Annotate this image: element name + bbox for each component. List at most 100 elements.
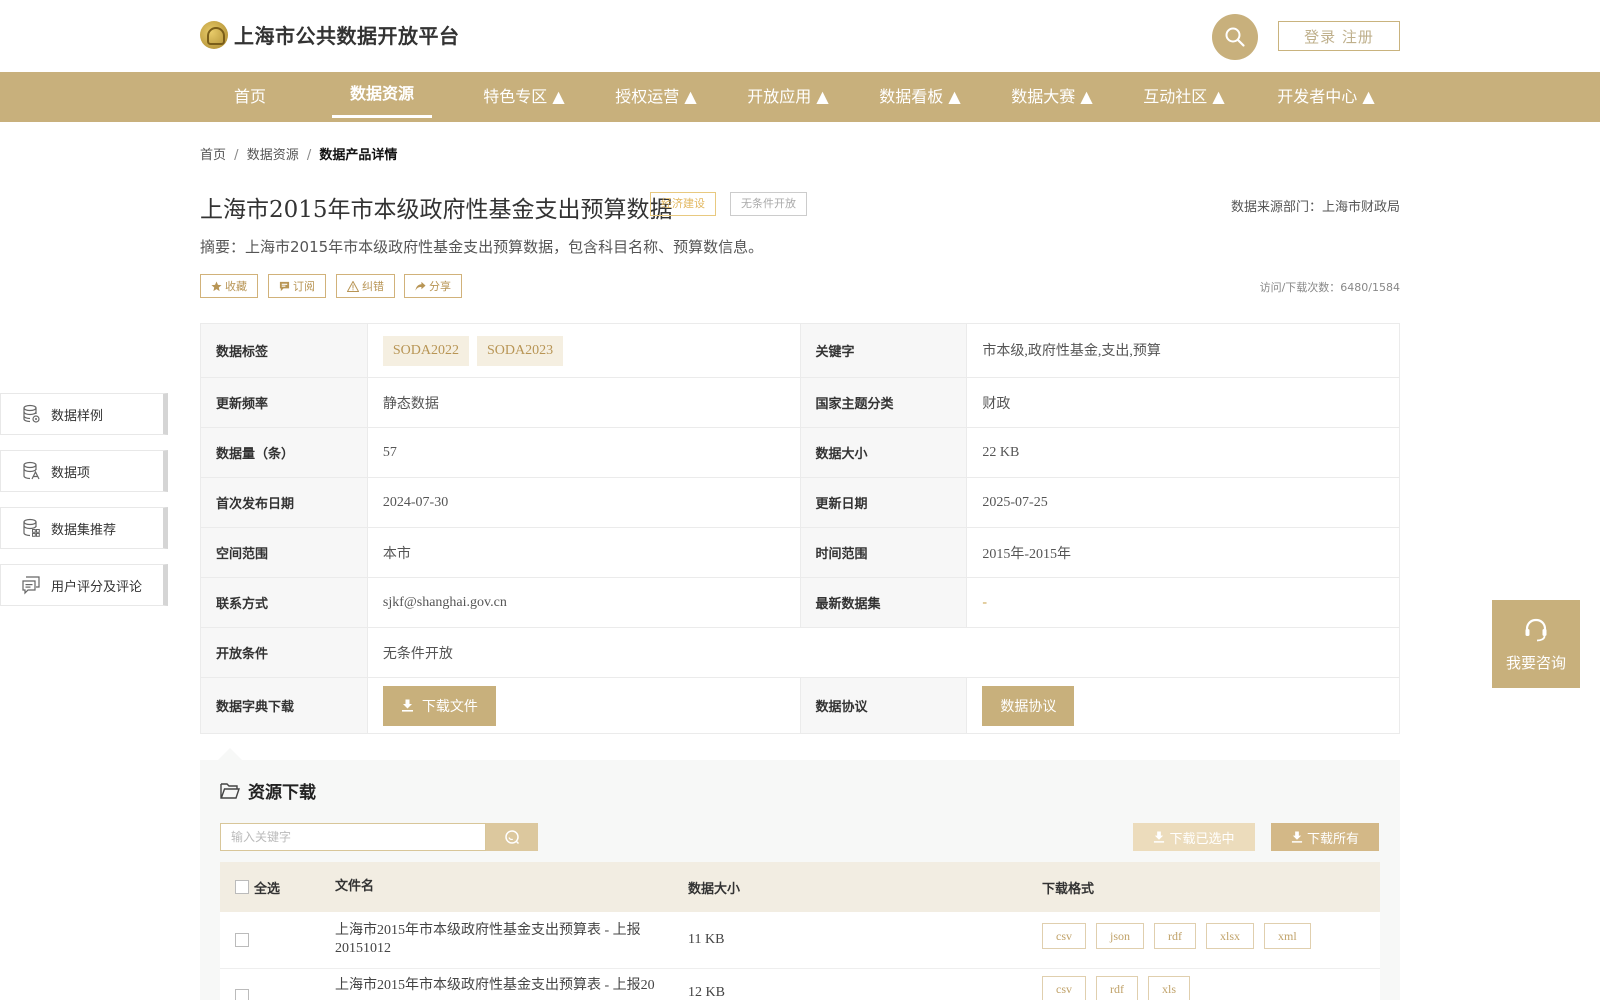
nav-item-community[interactable]: 互动社区 ▲ [1124, 72, 1244, 122]
format-button-csv[interactable]: csv [1042, 976, 1086, 1000]
breadcrumb-section[interactable]: 数据资源 [247, 148, 299, 163]
correct-button[interactable]: 纠错 [336, 274, 395, 298]
select-all-checkbox[interactable] [235, 880, 249, 894]
share-label: 分享 [429, 280, 451, 293]
share-button[interactable]: 分享 [404, 274, 462, 298]
database-grid-icon [23, 518, 40, 537]
side-item-label: 数据项 [51, 465, 91, 481]
nav-item-authorized-ops[interactable]: 授权运营 ▲ [596, 72, 716, 122]
summary-text: 摘要：上海市2015年市本级政府性基金支出预算数据，包含科目名称、预算数信息。 [200, 238, 764, 256]
folder-icon [220, 782, 240, 799]
resource-title: 资源下载 [220, 778, 316, 803]
favorite-label: 收藏 [225, 280, 247, 293]
side-item-label: 数据样例 [51, 408, 104, 424]
download-all-button[interactable]: 下载所有 [1271, 823, 1379, 851]
first-publish-value: 2024-07-30 [366, 477, 801, 528]
format-button-json[interactable]: json [1096, 923, 1145, 949]
main-nav: 首页 数据资源 特色专区 ▲ 授权运营 ▲ 开放应用 ▲ 数据看板 ▲ 数据大赛… [0, 72, 1600, 122]
page-title: 上海市2015年市本级政府性基金支出预算数据 [200, 197, 673, 223]
open-type-tag: 无条件开放 [730, 192, 807, 216]
breadcrumb-separator: / [234, 148, 239, 163]
format-button-xml[interactable]: xml [1264, 923, 1311, 949]
row-select-cell [220, 933, 335, 947]
resource-pointer [218, 748, 242, 760]
nav-item-competition[interactable]: 数据大赛 ▲ [992, 72, 1112, 122]
dictionary-download-label: 数据字典下载 [200, 677, 368, 734]
format-button-xlsx[interactable]: xlsx [1206, 923, 1255, 949]
search-icon [505, 830, 520, 845]
download-selected-label: 下载已选中 [1169, 831, 1235, 847]
resource-table: 全选 文件名 数据大小 下载格式 上海市2015年市本级政府性基金支出预算表 -… [220, 862, 1380, 1000]
row-checkbox[interactable] [235, 933, 249, 947]
spatial-scope-label: 空间范围 [200, 527, 368, 578]
info-row: 联系方式 sjkf@shanghai.gov.cn 最新数据集 - [200, 577, 1400, 628]
search-icon [1225, 27, 1245, 47]
data-tag-chip[interactable]: SODA2023 [477, 335, 564, 366]
source-department: 数据来源部门：上海市财政局 [1230, 200, 1400, 215]
subscribe-button[interactable]: 订阅 [268, 274, 326, 298]
side-item-data-sample[interactable]: 数据样例 [0, 393, 168, 435]
breadcrumb-current: 数据产品详情 [319, 148, 398, 163]
consult-button[interactable]: 我要咨询 [1492, 600, 1580, 688]
record-count-value: 57 [366, 427, 801, 478]
format-header: 下载格式 [1042, 881, 1095, 897]
page: 上海市公共数据开放平台 登录 注册 首页 数据资源 特色专区 ▲ 授权运营 ▲ … [0, 0, 1600, 1000]
resource-search-input[interactable] [220, 823, 486, 851]
side-item-dataset-recommend[interactable]: 数据集推荐 [0, 507, 168, 549]
side-item-label: 用户评分及评论 [51, 579, 143, 595]
category-tag: 经济建设 [650, 192, 716, 216]
format-button-xls[interactable]: xls [1148, 976, 1191, 1000]
contact-value[interactable]: sjkf@shanghai.gov.cn [366, 577, 801, 628]
row-select-cell [220, 977, 335, 1000]
format-button-rdf[interactable]: rdf [1096, 976, 1138, 1000]
table-row: 上海市2015年市本级政府性基金支出预算表 - 上报20 12 KB csv r… [220, 969, 1380, 1000]
download-all-label: 下载所有 [1306, 831, 1359, 847]
breadcrumb-home[interactable]: 首页 [200, 148, 226, 163]
nav-item-special-zone[interactable]: 特色专区 ▲ [464, 72, 584, 122]
agreement-label: 数据协议 [799, 677, 968, 734]
nav-item-home[interactable]: 首页 [214, 72, 286, 122]
consult-label: 我要咨询 [1505, 653, 1566, 672]
time-scope-value: 2015年-2015年 [966, 527, 1400, 578]
side-item-rating-comments[interactable]: 用户评分及评论 [0, 564, 168, 606]
download-file-label: 下载文件 [421, 698, 478, 715]
spatial-scope-value: 本市 [366, 527, 801, 578]
comment-icon [22, 576, 40, 595]
info-row: 更新频率 静态数据 国家主题分类 财政 [200, 377, 1400, 428]
nav-item-developer[interactable]: 开发者中心 ▲ [1256, 72, 1396, 122]
nav-item-dashboard[interactable]: 数据看板 ▲ [860, 72, 980, 122]
agreement-button[interactable]: 数据协议 [982, 685, 1075, 726]
breadcrumb-separator: / [306, 148, 312, 163]
info-row: 首次发布日期 2024-07-30 更新日期 2025-07-25 [200, 477, 1400, 528]
info-row: 开放条件 无条件开放 [200, 627, 1401, 678]
login-register-button[interactable]: 登录 注册 [1278, 21, 1400, 51]
logo[interactable]: 上海市公共数据开放平台 [200, 20, 460, 49]
subscribe-icon [279, 281, 290, 291]
table-row: 上海市2015年市本级政府性基金支出预算表 - 上报20151012 11 KB… [220, 912, 1380, 969]
row-filename: 上海市2015年市本级政府性基金支出预算表 - 上报20151012 [335, 923, 641, 956]
info-row: 数据量（条） 57 数据大小 22 KB [200, 427, 1400, 478]
resource-search-button[interactable] [486, 823, 538, 851]
headset-icon [1525, 618, 1547, 641]
row-filename: 上海市2015年市本级政府性基金支出预算表 - 上报20 [335, 978, 655, 993]
share-icon [415, 281, 426, 291]
latest-dataset-value[interactable]: - [966, 577, 1400, 628]
side-menu: 数据样例 数据项 数据集推荐 用户评分及评论 [0, 393, 168, 621]
row-size: 12 KB [688, 985, 725, 1000]
download-selected-button[interactable]: 下载已选中 [1133, 823, 1255, 851]
nav-item-data-resources[interactable]: 数据资源 [332, 72, 432, 122]
format-button-rdf[interactable]: rdf [1154, 923, 1197, 949]
side-item-data-fields[interactable]: 数据项 [0, 450, 168, 492]
logo-icon [200, 20, 228, 49]
row-checkbox[interactable] [235, 989, 249, 1000]
size-header: 数据大小 [688, 881, 741, 897]
download-file-button[interactable]: 下载文件 [382, 685, 496, 726]
row-size: 11 KB [688, 932, 725, 947]
favorite-button[interactable]: 收藏 [200, 274, 258, 298]
search-button[interactable] [1212, 14, 1258, 60]
format-button-csv[interactable]: csv [1042, 923, 1086, 949]
nav-item-open-apps[interactable]: 开放应用 ▲ [728, 72, 848, 122]
info-row: 空间范围 本市 时间范围 2015年-2015年 [200, 527, 1400, 578]
select-all-cell: 全选 [220, 878, 335, 897]
data-tag-chip[interactable]: SODA2022 [382, 335, 469, 366]
